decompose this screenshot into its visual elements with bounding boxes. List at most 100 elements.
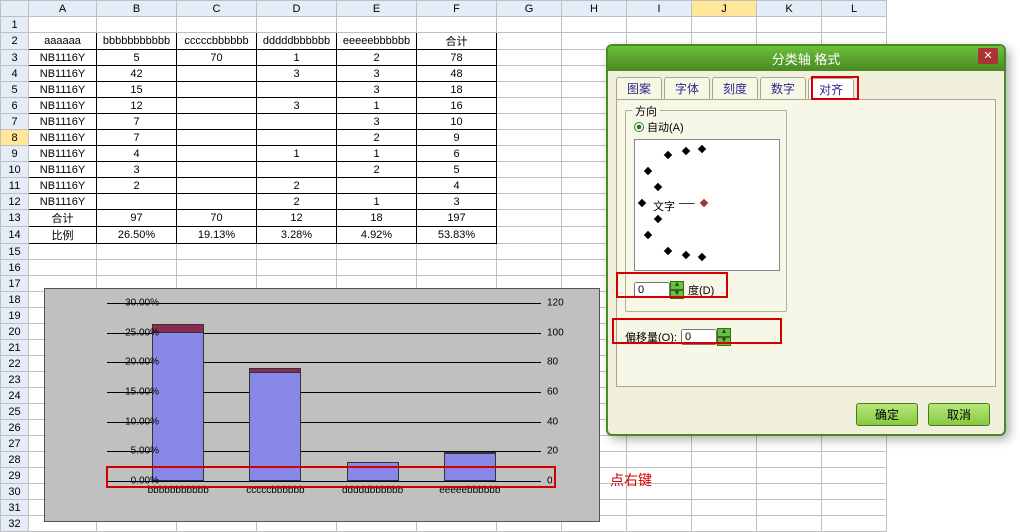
cell-A10[interactable]: NB1116Y (29, 162, 97, 178)
cell-K1[interactable] (757, 17, 822, 33)
cell-B2[interactable]: bbbbbbbbbbb (97, 33, 177, 50)
cell-F6[interactable]: 16 (417, 98, 497, 114)
cell-B7[interactable]: 7 (97, 114, 177, 130)
degree-input[interactable] (634, 282, 670, 298)
col-header-I[interactable]: I (627, 1, 692, 17)
cell-K27[interactable] (757, 436, 822, 452)
cell-A5[interactable]: NB1116Y (29, 82, 97, 98)
cell-E16[interactable] (337, 260, 417, 276)
cell-C6[interactable] (177, 98, 257, 114)
row-header-1[interactable]: 1 (1, 17, 29, 33)
cell-E8[interactable]: 2 (337, 130, 417, 146)
cell-B4[interactable]: 42 (97, 66, 177, 82)
col-header-E[interactable]: E (337, 1, 417, 17)
cell-B13[interactable]: 97 (97, 210, 177, 227)
cell-A12[interactable]: NB1116Y (29, 194, 97, 210)
cell-G11[interactable] (497, 178, 562, 194)
row-header-25[interactable]: 25 (1, 404, 29, 420)
cell-C7[interactable] (177, 114, 257, 130)
cell-J28[interactable] (692, 452, 757, 468)
cell-A13[interactable]: 合计 (29, 210, 97, 227)
cell-D1[interactable] (257, 17, 337, 33)
row-header-2[interactable]: 2 (1, 33, 29, 50)
cell-L29[interactable] (822, 468, 887, 484)
cell-G8[interactable] (497, 130, 562, 146)
cell-E2[interactable]: eeeeebbbbbb (337, 33, 417, 50)
cell-G13[interactable] (497, 210, 562, 227)
cell-D16[interactable] (257, 260, 337, 276)
offset-down[interactable]: ▼ (717, 337, 731, 346)
cell-D3[interactable]: 1 (257, 50, 337, 66)
degree-up[interactable]: ▲ (670, 281, 684, 290)
row-header-20[interactable]: 20 (1, 324, 29, 340)
cell-F10[interactable]: 5 (417, 162, 497, 178)
cell-G6[interactable] (497, 98, 562, 114)
row-header-29[interactable]: 29 (1, 468, 29, 484)
tab-font[interactable]: 字体 (664, 77, 710, 99)
cell-G4[interactable] (497, 66, 562, 82)
offset-up[interactable]: ▲ (717, 328, 731, 337)
cell-B14[interactable]: 26.50% (97, 227, 177, 244)
col-header-B[interactable]: B (97, 1, 177, 17)
row-header-32[interactable]: 32 (1, 516, 29, 532)
cell-E1[interactable] (337, 17, 417, 33)
cell-D5[interactable] (257, 82, 337, 98)
cell-I28[interactable] (627, 452, 692, 468)
cell-B15[interactable] (97, 244, 177, 260)
offset-input[interactable] (681, 329, 717, 345)
cell-G15[interactable] (497, 244, 562, 260)
cell-L30[interactable] (822, 484, 887, 500)
cell-B16[interactable] (97, 260, 177, 276)
embedded-chart[interactable]: 0.00%05.00%2010.00%4015.00%6020.00%8025.… (44, 288, 600, 522)
cell-L31[interactable] (822, 500, 887, 516)
cell-L28[interactable] (822, 452, 887, 468)
cell-F13[interactable]: 197 (417, 210, 497, 227)
cell-E4[interactable]: 3 (337, 66, 417, 82)
cell-D4[interactable]: 3 (257, 66, 337, 82)
cell-G2[interactable] (497, 33, 562, 50)
cell-D11[interactable]: 2 (257, 178, 337, 194)
cell-K32[interactable] (757, 516, 822, 532)
cell-B10[interactable]: 3 (97, 162, 177, 178)
cell-C11[interactable] (177, 178, 257, 194)
dialog-title-bar[interactable]: 分类轴 格式 ✕ (608, 46, 1004, 71)
cell-B1[interactable] (97, 17, 177, 33)
cell-G16[interactable] (497, 260, 562, 276)
cell-A9[interactable]: NB1116Y (29, 146, 97, 162)
cell-G9[interactable] (497, 146, 562, 162)
bar-1[interactable] (249, 368, 301, 482)
cell-A2[interactable]: aaaaaa (29, 33, 97, 50)
cell-F3[interactable]: 78 (417, 50, 497, 66)
row-header-26[interactable]: 26 (1, 420, 29, 436)
cell-E14[interactable]: 4.92% (337, 227, 417, 244)
cell-E12[interactable]: 1 (337, 194, 417, 210)
cell-C2[interactable]: cccccbbbbbb (177, 33, 257, 50)
cell-L32[interactable] (822, 516, 887, 532)
cell-I27[interactable] (627, 436, 692, 452)
cell-F7[interactable]: 10 (417, 114, 497, 130)
row-header-18[interactable]: 18 (1, 292, 29, 308)
cell-C1[interactable] (177, 17, 257, 33)
ok-button[interactable]: 确定 (856, 403, 918, 426)
dialog-close-button[interactable]: ✕ (978, 48, 998, 64)
cell-D13[interactable]: 12 (257, 210, 337, 227)
row-header-22[interactable]: 22 (1, 356, 29, 372)
cell-C10[interactable] (177, 162, 257, 178)
cell-A4[interactable]: NB1116Y (29, 66, 97, 82)
cell-I31[interactable] (627, 500, 692, 516)
cell-B5[interactable]: 15 (97, 82, 177, 98)
row-header-6[interactable]: 6 (1, 98, 29, 114)
row-header-7[interactable]: 7 (1, 114, 29, 130)
cell-G5[interactable] (497, 82, 562, 98)
row-header-24[interactable]: 24 (1, 388, 29, 404)
row-header-3[interactable]: 3 (1, 50, 29, 66)
row-header-23[interactable]: 23 (1, 372, 29, 388)
cell-E7[interactable]: 3 (337, 114, 417, 130)
cell-E11[interactable] (337, 178, 417, 194)
row-header-17[interactable]: 17 (1, 276, 29, 292)
cell-F8[interactable]: 9 (417, 130, 497, 146)
cell-G1[interactable] (497, 17, 562, 33)
cell-A15[interactable] (29, 244, 97, 260)
row-header-12[interactable]: 12 (1, 194, 29, 210)
cell-A7[interactable]: NB1116Y (29, 114, 97, 130)
